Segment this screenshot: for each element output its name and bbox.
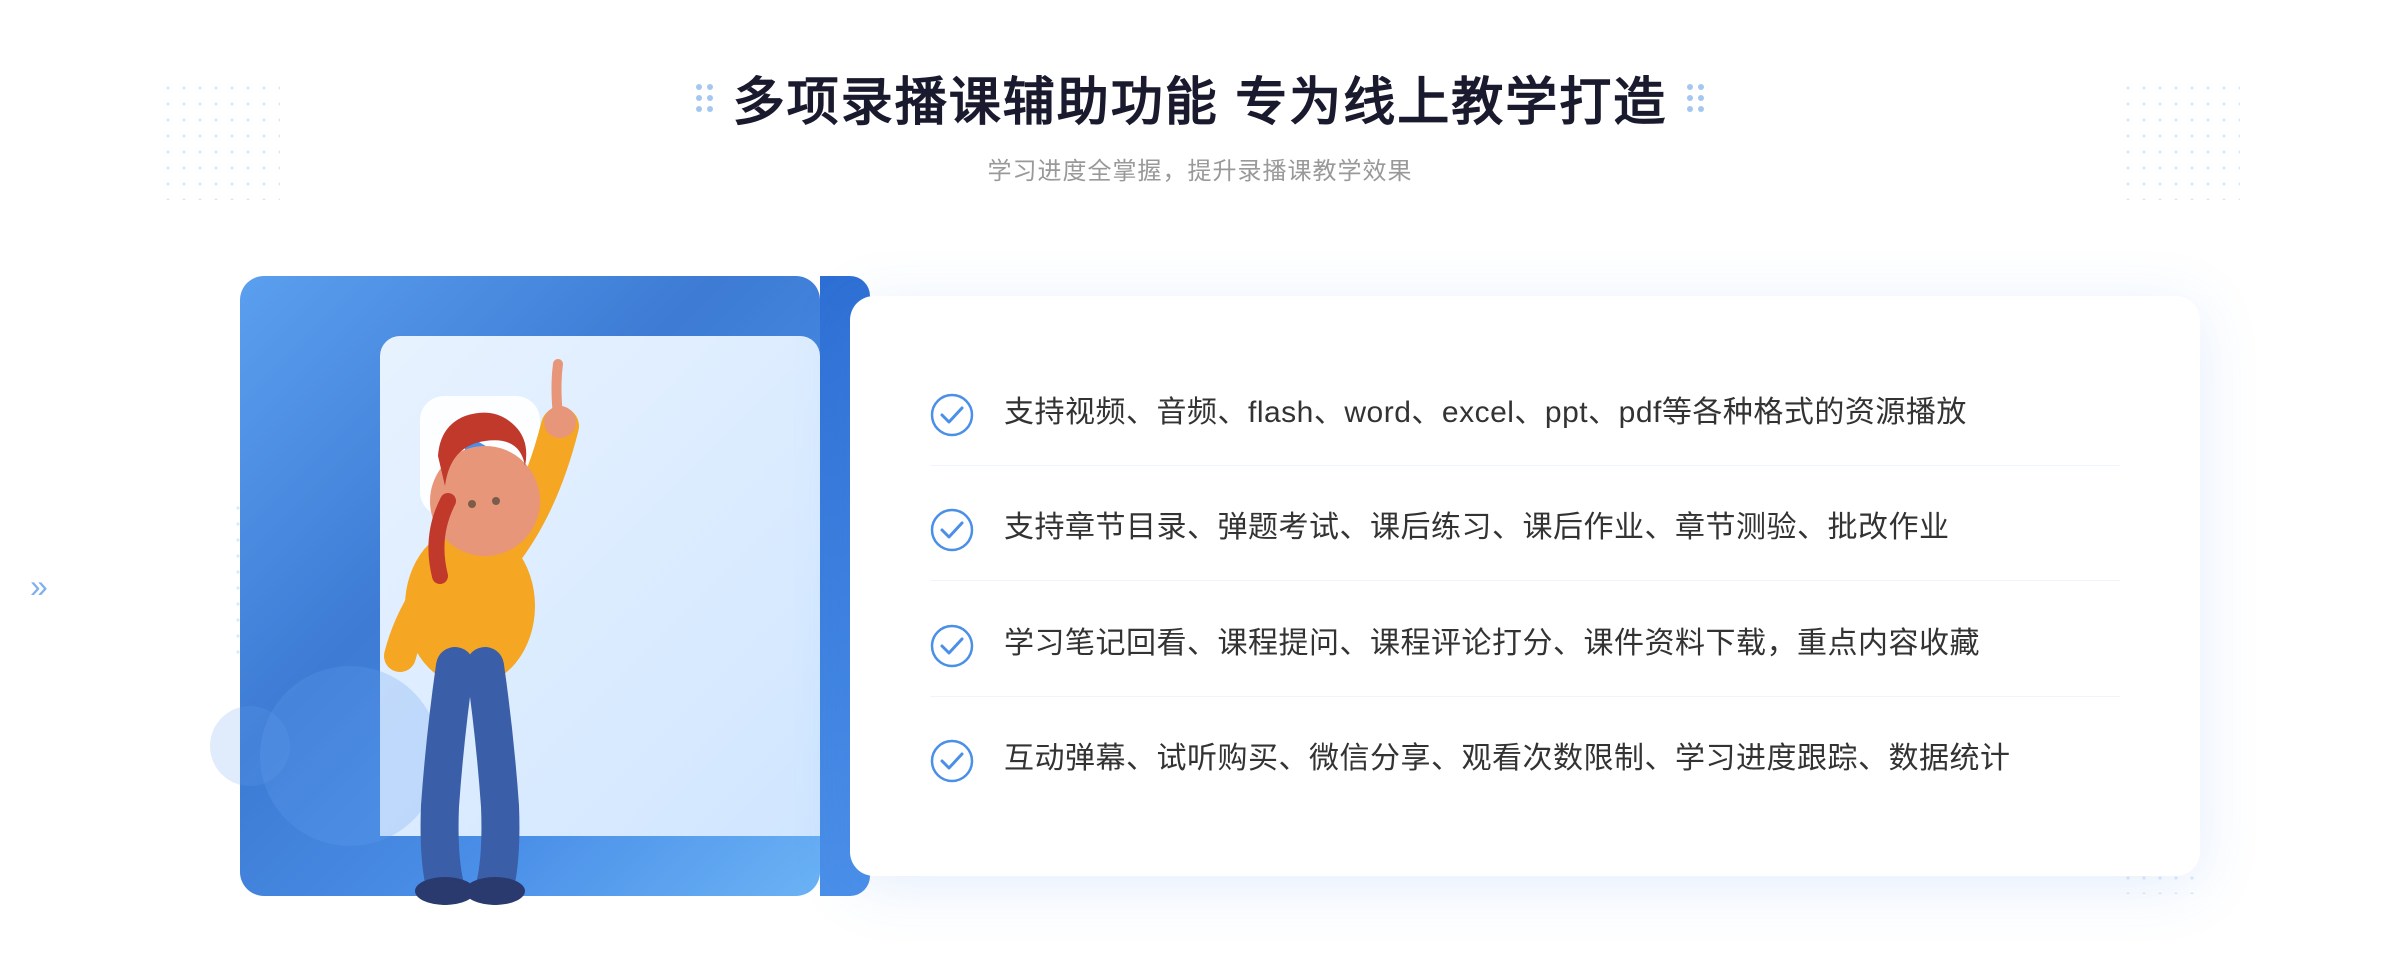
feature-text-1: 支持视频、音频、flash、word、excel、ppt、pdf等各种格式的资源…	[1004, 389, 1967, 437]
chevron-right-icon: »	[30, 570, 48, 602]
feature-text-2: 支持章节目录、弹题考试、课后练习、课后作业、章节测验、批改作业	[1004, 504, 1950, 552]
check-circle-icon	[930, 508, 974, 552]
page-title: 多项录播课辅助功能 专为线上教学打造	[733, 60, 1667, 135]
arrow-decoration: »	[30, 570, 48, 602]
feature-item-2: 支持章节目录、弹题考试、课后练习、课后作业、章节测验、批改作业	[930, 476, 2120, 581]
title-decoration-left	[696, 84, 713, 112]
title-decoration-right	[1687, 84, 1704, 112]
feature-text-4: 互动弹幕、试听购买、微信分享、观看次数限制、学习进度跟踪、数据统计	[1004, 735, 2011, 783]
feature-item-4: 互动弹幕、试听购买、微信分享、观看次数限制、学习进度跟踪、数据统计	[930, 707, 2120, 811]
illustration-area	[200, 246, 880, 926]
page-container: 多项录播课辅助功能 专为线上教学打造 学习进度全掌握，提升录播课教学效果	[0, 0, 2400, 974]
dot-grid-decoration	[160, 80, 280, 200]
features-panel: 支持视频、音频、flash、word、excel、ppt、pdf等各种格式的资源…	[850, 296, 2200, 876]
check-circle-icon	[930, 739, 974, 783]
main-content: »	[0, 246, 2400, 926]
deco-circle-small	[210, 706, 290, 786]
person-illustration	[300, 346, 640, 926]
header-section: 多项录播课辅助功能 专为线上教学打造 学习进度全掌握，提升录播课教学效果	[696, 60, 1704, 186]
page-subtitle: 学习进度全掌握，提升录播课教学效果	[696, 151, 1704, 186]
check-circle-icon	[930, 624, 974, 668]
check-circle-icon	[930, 393, 974, 437]
feature-item-3: 学习笔记回看、课程提问、课程评论打分、课件资料下载，重点内容收藏	[930, 592, 2120, 697]
title-row: 多项录播课辅助功能 专为线上教学打造	[696, 60, 1704, 135]
dot-grid-decoration	[2120, 80, 2240, 200]
feature-item-1: 支持视频、音频、flash、word、excel、ppt、pdf等各种格式的资源…	[930, 361, 2120, 466]
feature-text-3: 学习笔记回看、课程提问、课程评论打分、课件资料下载，重点内容收藏	[1004, 620, 1980, 668]
